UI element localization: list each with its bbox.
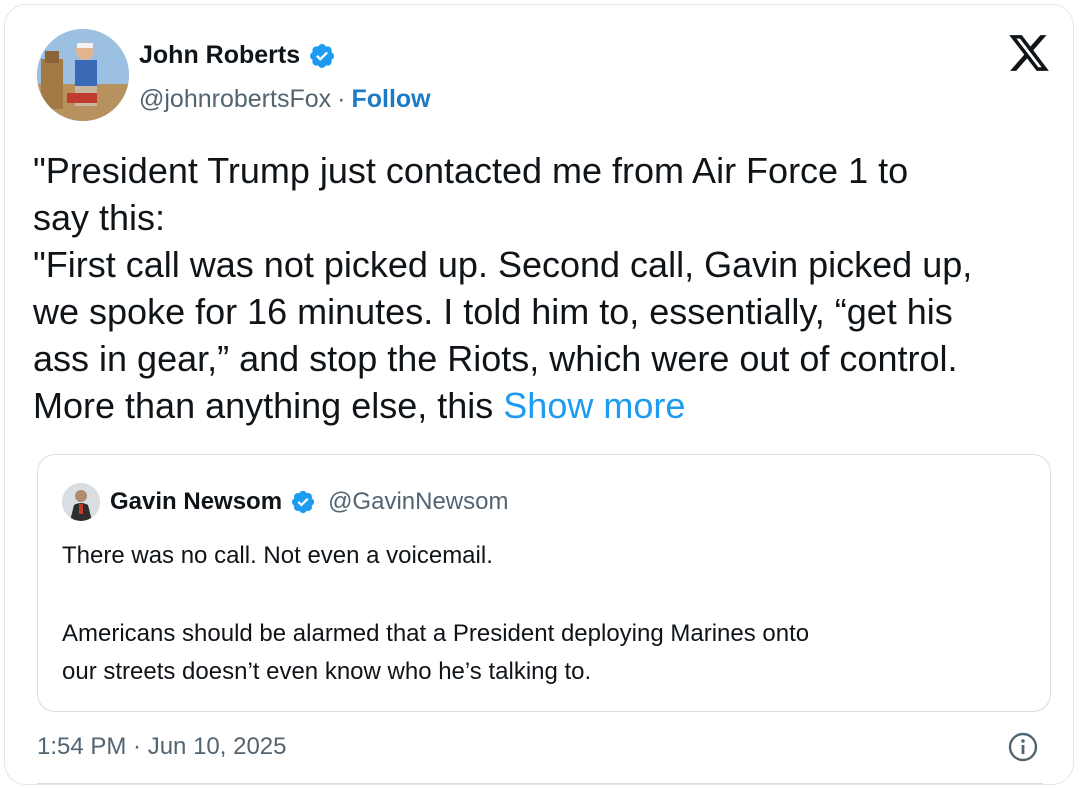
divider [37, 783, 1043, 784]
author-avatar[interactable] [37, 29, 129, 121]
tweet-text-line: we spoke for 16 minutes. I told him to, … [33, 291, 953, 332]
tweet-text-line: ass in gear,” and stop the Riots, which … [33, 338, 958, 379]
tweet-text-line: say this: [33, 197, 166, 238]
tweet-text: "President Trump just contacted me from … [33, 147, 1043, 429]
tweet-timestamp[interactable]: 1:54 PM · Jun 10, 2025 [37, 733, 287, 761]
author-name[interactable]: John Roberts [139, 41, 300, 70]
follow-button[interactable]: Follow [351, 85, 430, 114]
show-more-link[interactable]: Show more [503, 385, 685, 426]
author-handle-row: @johnrobertsFox · Follow [139, 85, 431, 114]
quoted-tweet-header: Gavin Newsom @GavinNewsom [62, 483, 508, 521]
separator-dot: · [337, 85, 346, 113]
tweet-text-line: "First call was not picked up. Second ca… [33, 244, 973, 285]
quoted-paragraph-line: Americans should be alarmed that a Presi… [62, 620, 810, 647]
quoted-tweet-body: There was no call. Not even a voicemail.… [62, 537, 1022, 691]
verified-badge-icon [310, 43, 335, 68]
tweet-header: John Roberts @johnrobertsFox · Follow [33, 27, 1063, 127]
info-icon[interactable] [1007, 731, 1039, 763]
author-handle[interactable]: @johnrobertsFox [139, 85, 331, 114]
quoted-tweet[interactable]: Gavin Newsom @GavinNewsom There was no c… [37, 454, 1051, 712]
tweet-text-line: "President Trump just contacted me from … [33, 150, 909, 191]
verified-badge-icon [291, 490, 315, 514]
quoted-author-avatar[interactable] [62, 483, 100, 521]
quoted-author-name[interactable]: Gavin Newsom [110, 488, 282, 516]
x-logo-icon[interactable] [1007, 31, 1051, 75]
tweet-text-fragment: More than anything else, this [33, 385, 504, 426]
tweet-text-last-line: More than anything else, this Show more [33, 382, 1043, 429]
tweet-embed-card: John Roberts @johnrobertsFox · Follow "P… [4, 4, 1074, 785]
author-name-row: John Roberts [139, 41, 336, 70]
quoted-paragraph-line: our streets doesn’t even know who he’s t… [62, 658, 592, 685]
quoted-author-handle[interactable]: @GavinNewsom [328, 488, 508, 516]
quoted-paragraph: There was no call. Not even a voicemail. [62, 542, 493, 569]
